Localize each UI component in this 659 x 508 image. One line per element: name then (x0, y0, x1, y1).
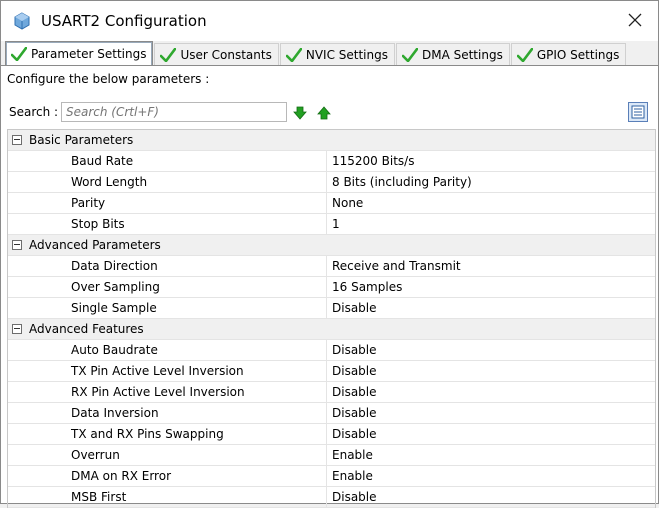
parameter-value[interactable]: Disable (332, 301, 377, 315)
green-check-icon (11, 47, 27, 61)
parameter-row[interactable]: Overrun Enable (8, 445, 655, 466)
usart2-configuration-dialog: USART2 Configuration Parameter Settings … (0, 0, 659, 508)
group-row[interactable]: Advanced Features (8, 319, 655, 340)
parameter-value[interactable]: None (332, 196, 363, 210)
parameter-tree: Basic Parameters Baud Rate 115200 Bits/s Wo… (7, 129, 656, 508)
parameter-value[interactable]: Receive and Transmit (332, 259, 461, 273)
column-divider (326, 298, 327, 318)
collapse-icon[interactable] (12, 324, 22, 334)
tab-gpio-settings[interactable]: GPIO Settings (510, 43, 627, 66)
parameter-value[interactable]: 1 (332, 217, 340, 231)
column-divider (326, 193, 327, 213)
parameter-value[interactable]: Disable (332, 385, 377, 399)
parameter-row[interactable]: Stop Bits 1 (8, 214, 655, 235)
parameter-name: MSB First (71, 490, 127, 504)
parameter-row[interactable]: Auto Baudrate Disable (8, 340, 655, 361)
parameter-name: Auto Baudrate (71, 343, 158, 357)
list-view-button[interactable] (628, 102, 648, 122)
tab-user-constants[interactable]: User Constants (154, 43, 279, 66)
tab-parameter-settings[interactable]: Parameter Settings (5, 41, 154, 66)
column-divider (326, 277, 327, 297)
search-label: Search : (9, 105, 59, 119)
group-row[interactable]: Advanced Parameters (8, 235, 655, 256)
parameter-name: RX Pin Active Level Inversion (71, 385, 245, 399)
parameter-name: Baud Rate (71, 154, 134, 168)
parameter-name: TX and RX Pins Swapping (71, 427, 224, 441)
parameter-value[interactable]: Disable (332, 406, 377, 420)
column-divider (326, 466, 327, 486)
list-view-icon (631, 105, 645, 119)
tab-label: GPIO Settings (536, 48, 620, 62)
parameter-row[interactable]: Over Sampling 16 Samples (8, 277, 655, 298)
tab-dma-settings[interactable]: DMA Settings (395, 43, 510, 66)
parameter-name: Over Sampling (71, 280, 160, 294)
parameter-name: DMA on RX Error (71, 469, 172, 483)
parameter-value[interactable]: Disable (332, 427, 377, 441)
column-divider (326, 487, 327, 507)
close-icon[interactable] (626, 11, 644, 29)
group-row[interactable]: Basic Parameters (8, 130, 655, 151)
tab-label: Parameter Settings (31, 47, 147, 61)
parameter-row[interactable]: DMA on RX Error Enable (8, 466, 655, 487)
parameter-value[interactable]: 8 Bits (including Parity) (332, 175, 472, 189)
window-title: USART2 Configuration (41, 12, 207, 30)
column-divider (326, 340, 327, 360)
parameter-value[interactable]: 16 Samples (332, 280, 402, 294)
parameter-value[interactable]: 115200 Bits/s (332, 154, 414, 168)
collapse-icon[interactable] (12, 135, 22, 145)
parameter-name: Data Inversion (71, 406, 159, 420)
search-input[interactable] (61, 102, 287, 122)
parameter-row[interactable]: MSB First Disable (8, 487, 655, 508)
green-arrow-up-icon[interactable] (317, 106, 331, 120)
tab-nvic-settings[interactable]: NVIC Settings (279, 43, 395, 66)
column-divider (326, 172, 327, 192)
parameter-row[interactable]: TX Pin Active Level Inversion Disable (8, 361, 655, 382)
parameter-name: Stop Bits (71, 217, 125, 231)
column-divider (326, 151, 327, 171)
cube-icon (14, 12, 30, 30)
tab-strip: Parameter Settings User Constants NVIC S… (5, 41, 658, 66)
green-check-icon (401, 48, 418, 62)
group-label: Basic Parameters (29, 133, 134, 147)
configure-label: Configure the below parameters : (7, 72, 210, 86)
tab-label: User Constants (180, 48, 272, 62)
parameter-name: Word Length (71, 175, 148, 189)
collapse-icon[interactable] (12, 240, 22, 250)
parameter-value[interactable]: Disable (332, 364, 377, 378)
parameter-value[interactable]: Enable (332, 448, 373, 462)
column-divider (326, 424, 327, 444)
parameter-row[interactable]: Data Direction Receive and Transmit (8, 256, 655, 277)
parameter-row[interactable]: Word Length 8 Bits (including Parity) (8, 172, 655, 193)
tab-label: DMA Settings (421, 48, 503, 62)
parameter-row[interactable]: Baud Rate 115200 Bits/s (8, 151, 655, 172)
group-label: Advanced Parameters (29, 238, 161, 252)
parameter-name: Data Direction (71, 259, 158, 273)
column-divider (326, 382, 327, 402)
column-divider (326, 445, 327, 465)
parameter-row[interactable]: Data Inversion Disable (8, 403, 655, 424)
green-arrow-down-icon[interactable] (293, 106, 307, 120)
parameter-name: Parity (71, 196, 106, 210)
column-divider (326, 403, 327, 423)
column-divider (326, 361, 327, 381)
parameter-name: Single Sample (71, 301, 157, 315)
parameter-name: Overrun (71, 448, 120, 462)
parameter-row[interactable]: Parity None (8, 193, 655, 214)
tab-label: NVIC Settings (305, 48, 388, 62)
green-check-icon (160, 48, 177, 62)
column-divider (326, 214, 327, 234)
parameter-row[interactable]: Single Sample Disable (8, 298, 655, 319)
parameter-row[interactable]: RX Pin Active Level Inversion Disable (8, 382, 655, 403)
parameter-value[interactable]: Enable (332, 469, 373, 483)
green-check-icon (285, 48, 302, 62)
parameter-value[interactable]: Disable (332, 490, 377, 504)
column-divider (326, 256, 327, 276)
group-label: Advanced Features (29, 322, 144, 336)
title-bar: USART2 Configuration (1, 1, 658, 41)
green-check-icon (516, 48, 533, 62)
parameter-settings-panel: Configure the below parameters : Search … (1, 65, 658, 508)
parameter-row[interactable]: TX and RX Pins Swapping Disable (8, 424, 655, 445)
parameter-name: TX Pin Active Level Inversion (71, 364, 244, 378)
parameter-value[interactable]: Disable (332, 343, 377, 357)
